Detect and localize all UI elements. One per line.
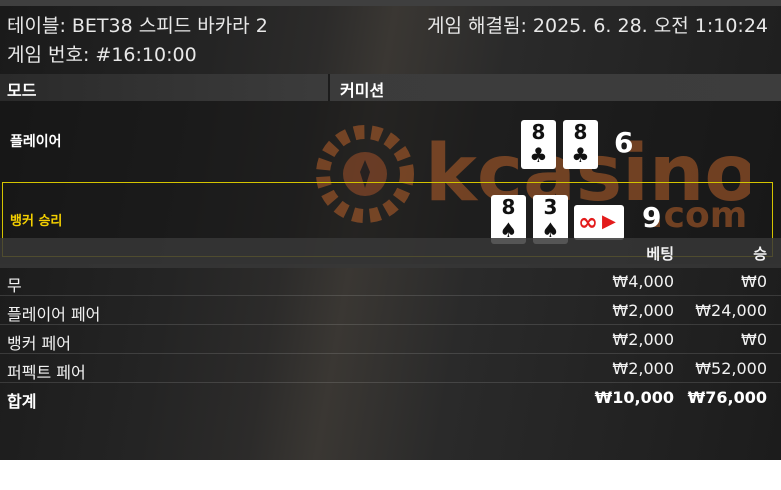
bet-amount: ₩2,000 — [612, 301, 674, 320]
table-name: 테이블: BET38 스피드 바카라 2 — [7, 15, 268, 37]
total-row: 합계 ₩10,000 ₩76,000 — [0, 384, 781, 412]
banker-card-1: 8 ♠ — [491, 195, 526, 244]
round-number: 게임 번호: #16:10:00 — [7, 44, 197, 66]
card-rank: 8 — [501, 195, 516, 219]
player-card-1: 8 ♣ — [521, 120, 556, 169]
bet-name: 퍼펙트 페어 — [7, 363, 86, 382]
mode-label: 모드 — [7, 81, 37, 100]
bet-name: 무 — [7, 276, 22, 295]
player-label: 플레이어 — [10, 134, 62, 150]
win-amount: ₩0 — [741, 330, 767, 349]
banker-card-3-sideways: ∞ ▶ — [574, 205, 624, 240]
club-icon: ♣ — [571, 143, 590, 167]
bet-name: 뱅커 페어 — [7, 334, 71, 353]
mode-divider — [328, 74, 330, 101]
arrow-right-icon: ▶ — [602, 211, 616, 232]
infinity-icon: ∞ — [578, 208, 598, 236]
bet-amount: ₩2,000 — [612, 359, 674, 378]
player-card-2: 8 ♣ — [563, 120, 598, 169]
club-icon: ♣ — [529, 143, 548, 167]
bet-name: 플레이어 페어 — [7, 305, 101, 324]
game-history-panel: 테이블: BET38 스피드 바카라 2 게임 번호: #16:10:00 게임… — [0, 0, 781, 460]
card-rank: 8 — [573, 120, 588, 144]
player-score: 6 — [614, 126, 634, 159]
card-rank: 3 — [543, 195, 558, 219]
mode-row: 모드 커미션 — [0, 74, 781, 101]
table-row: 무 ₩4,000 ₩0 — [0, 268, 781, 296]
banker-card-2: 3 ♠ — [533, 195, 568, 244]
bets-table-header: 베팅 승 — [0, 238, 781, 268]
table-row: 퍼펙트 페어 ₩2,000 ₩52,000 — [0, 355, 781, 383]
total-label: 합계 — [7, 392, 37, 411]
win-column-header: 승 — [753, 245, 767, 263]
win-amount: ₩0 — [741, 272, 767, 291]
banker-win-label: 뱅커 승리 — [10, 214, 63, 229]
banker-score: 9 — [642, 201, 662, 234]
bet-amount: ₩2,000 — [612, 330, 674, 349]
resolved-time: 게임 해결됨: 2025. 6. 28. 오전 1:10:24 — [427, 15, 768, 37]
bet-column-header: 베팅 — [646, 245, 674, 263]
win-amount: ₩52,000 — [695, 359, 767, 378]
win-amount: ₩24,000 — [695, 301, 767, 320]
table-row: 뱅커 페어 ₩2,000 ₩0 — [0, 326, 781, 354]
mode-value: 커미션 — [340, 81, 385, 100]
bet-amount: ₩4,000 — [612, 272, 674, 291]
card-rank: 8 — [531, 120, 546, 144]
total-win-amount: ₩76,000 — [687, 388, 767, 407]
table-row: 플레이어 페어 ₩2,000 ₩24,000 — [0, 297, 781, 325]
top-strip — [0, 0, 781, 6]
total-bet-amount: ₩10,000 — [594, 388, 674, 407]
